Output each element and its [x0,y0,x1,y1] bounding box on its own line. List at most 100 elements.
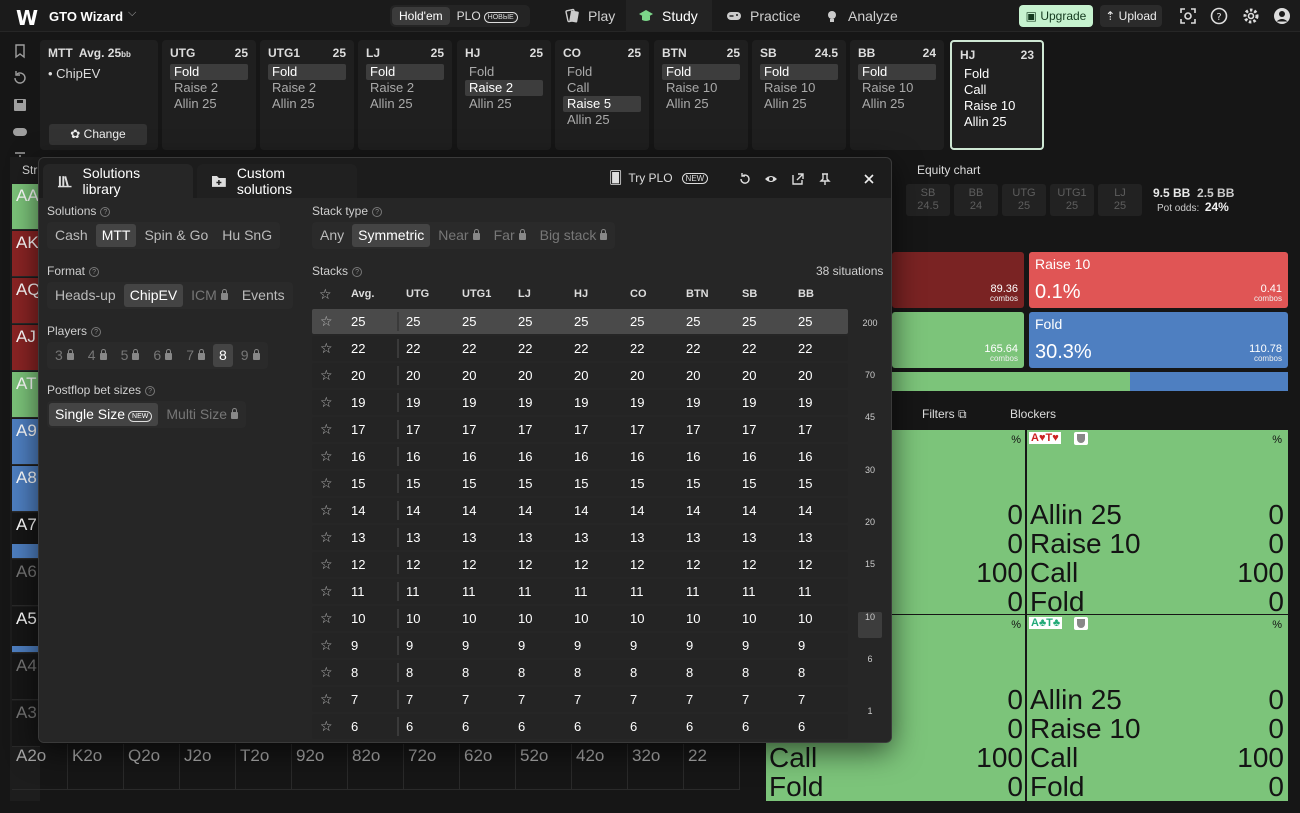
position-action[interactable]: Allin 25 [662,96,740,112]
stack-row-13[interactable]: ☆ 13 13 13 13 13 13 13 13 13 [312,525,848,550]
combo-cell-top-right[interactable]: A♥T♥ % Allin 25 0 Raise 10 0 Call 100 Fold 0 [1027,430,1288,616]
mini-position-lj[interactable]: LJ 25 [1098,184,1142,216]
save-icon[interactable] [12,97,28,113]
hand-cell[interactable]: T2o [236,744,292,790]
position-action[interactable]: Fold [465,64,543,80]
stack-row-10[interactable]: ☆ 10 10 10 10 10 10 10 10 10 [312,606,848,631]
st-option-any[interactable]: Any [314,224,350,247]
position-card-bb[interactable]: BB 24 Fold Raise 10 Allin 25 [850,40,944,150]
mini-position-utg1[interactable]: UTG1 25 [1050,184,1094,216]
upload-button[interactable]: ⇡ Upload [1100,5,1162,27]
st-option-symmetric[interactable]: Symmetric [352,224,431,247]
column-header-sb[interactable]: SB [742,288,757,300]
position-card-btn[interactable]: BTN 25 Fold Raise 10 Allin 25 [654,40,748,150]
position-action[interactable]: Allin 25 [563,112,641,128]
ply-option-9[interactable]: 9 [235,344,266,367]
position-action[interactable]: Fold [760,64,838,80]
position-card-sb[interactable]: SB 24.5 Fold Raise 10 Allin 25 [752,40,846,150]
fmt-option-events[interactable]: Events [236,284,291,307]
position-card-hj[interactable]: HJ 25 Fold Raise 2 Allin 25 [457,40,551,150]
try-plo-link[interactable]: 🂠 Try PLO NEW [609,170,709,186]
hand-cell[interactable]: A4 [12,654,40,700]
position-action[interactable]: Raise 2 [268,80,346,96]
multi-size-option[interactable]: Multi Size [160,403,244,426]
hand-cell[interactable]: 42o [572,744,628,790]
blockers-tab[interactable]: Blockers [1010,407,1056,421]
plo-toggle[interactable]: PLO НОВЫЕ [450,7,525,25]
fmt-option-chipev[interactable]: ChipEV [123,284,184,307]
position-action[interactable]: Allin 25 [268,96,346,112]
star-icon[interactable]: ☆ [320,340,333,357]
st-option-far[interactable]: Far [488,224,532,247]
nav-practice[interactable]: Practice [714,0,813,32]
fmt-option-icm[interactable]: ICM [185,284,234,307]
star-icon[interactable]: ☆ [320,610,333,627]
position-action[interactable]: Fold [960,66,1034,82]
position-action[interactable]: Fold [662,64,740,80]
stack-row-20[interactable]: ☆ 20 20 20 20 20 20 20 20 20 [312,363,848,388]
combo-cell-bottom-right[interactable]: A♣T♣ % Allin 25 0 Raise 10 0 Call 100 Fold 0 [1027,615,1288,801]
position-action[interactable]: Fold [170,64,248,80]
screenshot-icon[interactable] [1179,7,1197,25]
hand-cell[interactable]: A6 [12,560,40,606]
hand-cell[interactable]: A5 [12,607,40,653]
position-card-utg[interactable]: UTG 25 Fold Raise 2 Allin 25 [162,40,256,150]
stack-row-11[interactable]: ☆ 11 11 11 11 11 11 11 11 11 [312,579,848,604]
star-icon[interactable]: ☆ [320,475,333,492]
position-card-lj[interactable]: LJ 25 Fold Raise 2 Allin 25 [358,40,452,150]
holdem-toggle[interactable]: Hold'em [392,7,450,25]
column-header-utg1[interactable]: UTG1 [462,288,491,300]
position-action[interactable]: Allin 25 [465,96,543,112]
position-action[interactable]: Raise 2 [366,80,444,96]
hand-cell[interactable]: A7 [12,513,40,559]
column-header-bb[interactable]: BB [798,288,814,300]
stack-row-6[interactable]: ☆ 6 6 6 6 6 6 6 6 6 [312,714,848,739]
action-box-fold[interactable]: Fold 30.3% 110.78 combos [1029,312,1288,368]
stack-row-22[interactable]: ☆ 22 22 22 22 22 22 22 22 22 [312,336,848,361]
column-header-btn[interactable]: BTN [686,288,709,300]
nav-play[interactable]: Play [552,0,627,32]
column-header-hj[interactable]: HJ [574,288,588,300]
chevron-down-icon[interactable]: ⌵ [128,7,136,20]
position-action[interactable]: Fold [366,64,444,80]
stack-row-15[interactable]: ☆ 15 15 15 15 15 15 15 15 15 [312,471,848,496]
hand-cell[interactable]: AK [12,231,40,277]
position-action[interactable]: Fold [268,64,346,80]
position-action[interactable]: Call [960,82,1034,98]
gamepad-small-icon[interactable] [12,124,28,140]
stack-row-14[interactable]: ☆ 14 14 14 14 14 14 14 14 14 [312,498,848,523]
filters-tab[interactable]: Filters ⧉ [922,407,967,422]
stack-row-9[interactable]: ☆ 9 9 9 9 9 9 9 9 9 [312,633,848,658]
position-action[interactable]: Allin 25 [858,96,936,112]
hand-cell[interactable]: 62o [460,744,516,790]
stack-row-8[interactable]: ☆ 8 8 8 8 8 8 8 8 8 [312,660,848,685]
hand-cell[interactable]: AQ [12,278,41,324]
nav-study[interactable]: Study [626,0,712,32]
star-icon[interactable]: ☆ [320,448,333,465]
position-card-hj[interactable]: HJ 23 Fold Call Raise 10 Allin 25 [950,40,1044,150]
eye-icon[interactable] [764,172,778,186]
stack-row-12[interactable]: ☆ 12 12 12 12 12 12 12 12 12 [312,552,848,577]
hand-cell[interactable]: 92o [292,744,348,790]
stack-row-25[interactable]: ☆ 25 25 25 25 25 25 25 25 25 [312,309,848,334]
mini-position-sb[interactable]: SB 24.5 [906,184,950,216]
ply-option-5[interactable]: 5 [115,344,146,367]
tab-solutions-library[interactable]: Solutions library [43,164,193,198]
hand-cell[interactable]: A3 [12,701,40,747]
position-action[interactable]: Raise 10 [662,80,740,96]
change-button[interactable]: ✿ Change [49,124,147,145]
star-icon[interactable]: ☆ [320,637,333,654]
position-action[interactable]: Fold [858,64,936,80]
star-header-icon[interactable]: ☆ [319,286,332,303]
position-card-co[interactable]: CO 25 Fold Call Raise 5 Allin 25 [555,40,649,150]
star-icon[interactable]: ☆ [320,556,333,573]
star-icon[interactable]: ☆ [320,691,333,708]
star-icon[interactable]: ☆ [320,421,333,438]
hand-cell[interactable]: A2o [12,744,68,790]
ply-option-6[interactable]: 6 [147,344,178,367]
single-size-option[interactable]: Single Size NEW [49,403,159,426]
ply-option-8[interactable]: 8 [212,344,233,367]
nav-analyze[interactable]: Analyze [812,0,910,32]
position-action[interactable]: Allin 25 [960,114,1034,130]
app-logo[interactable]: W [16,6,38,30]
